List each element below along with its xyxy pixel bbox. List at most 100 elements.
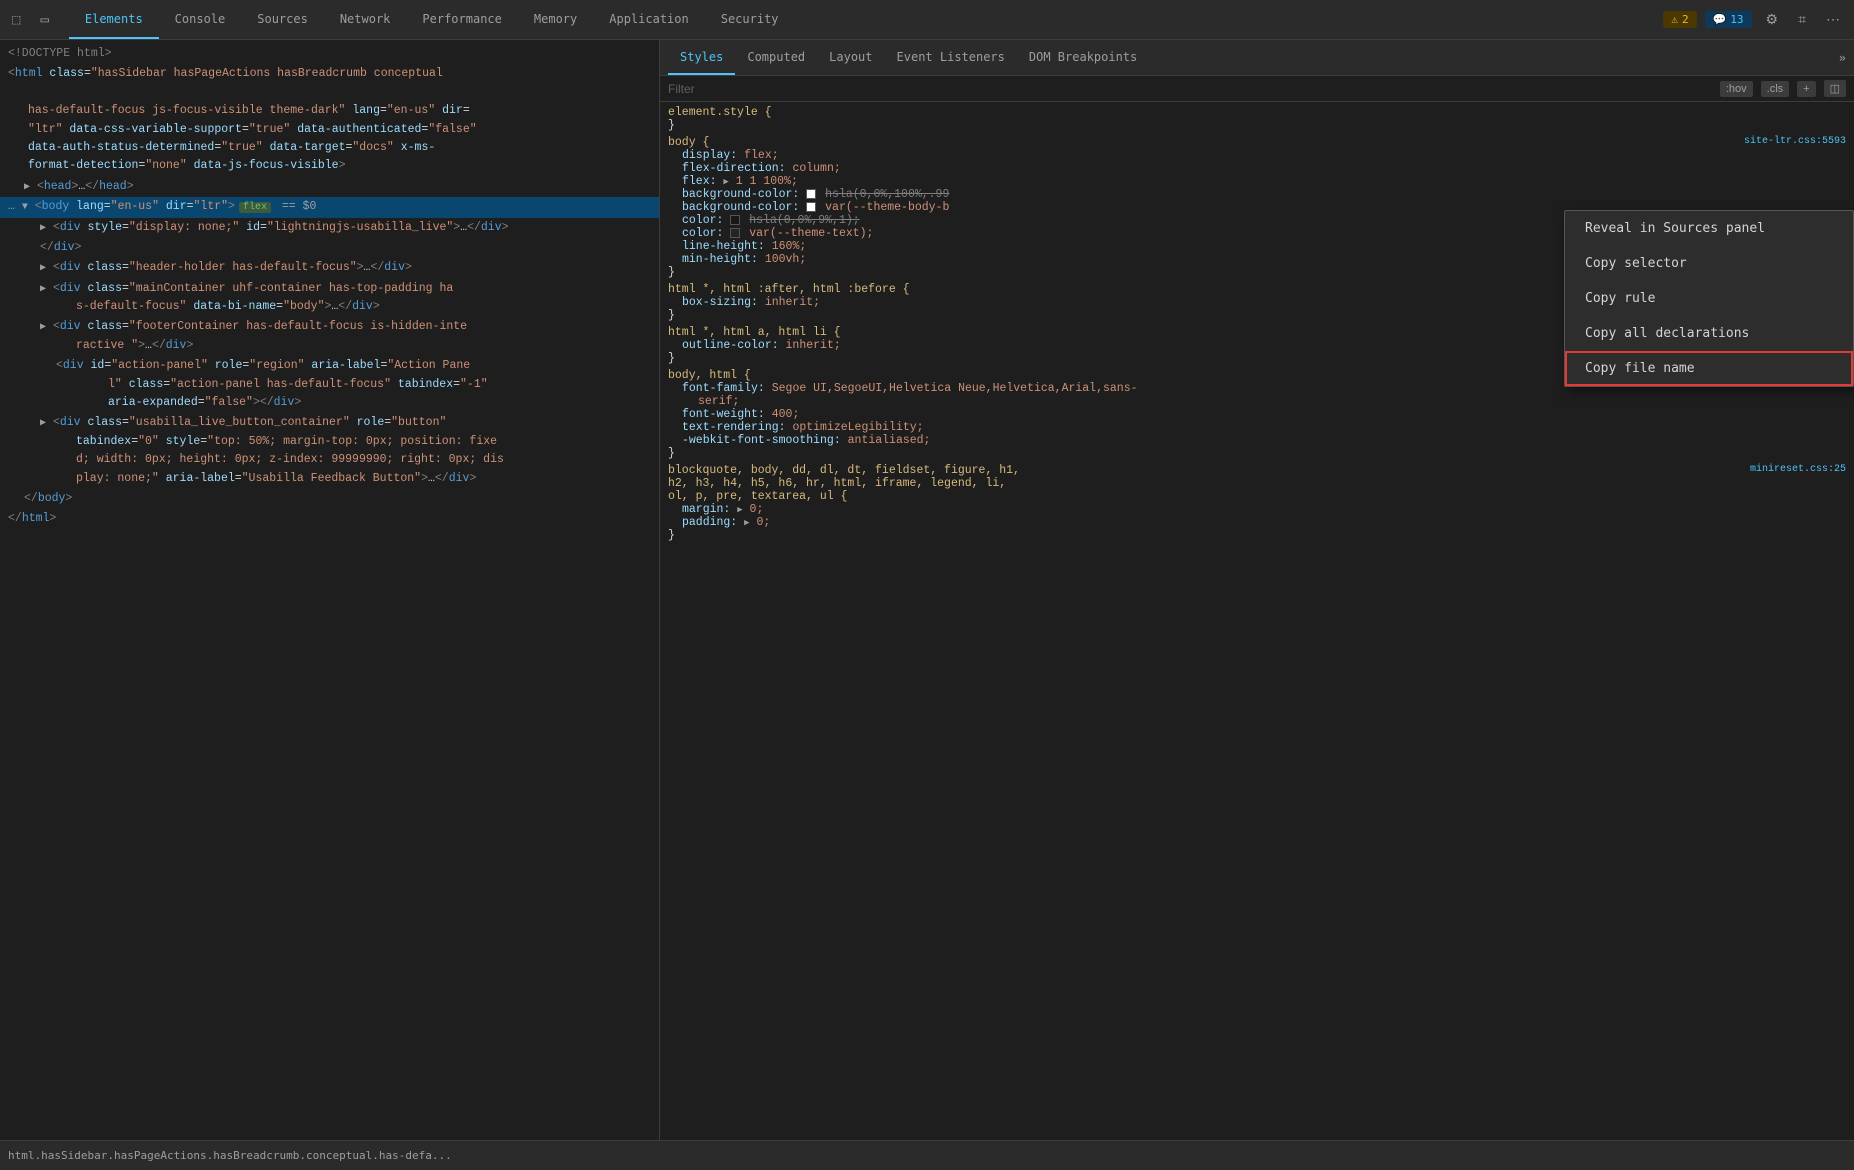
css-close-brace: }	[668, 119, 675, 132]
css-prop-name: flex:	[682, 175, 717, 188]
css-close-brace: }	[668, 266, 675, 279]
elements-line[interactable]: ▶ <div class="mainContainer uhf-containe…	[0, 279, 659, 318]
tab-elements[interactable]: Elements	[69, 0, 159, 39]
toolbar-right: ⚠ 2 💬 13 ⚙ ⌗ ⋯	[1663, 7, 1846, 32]
tab-application[interactable]: Application	[593, 0, 704, 39]
css-prop-value: column;	[792, 162, 840, 175]
css-prop-name: font-family:	[682, 382, 765, 395]
css-prop-line: font-weight: 400;	[668, 408, 1846, 421]
warning-badge[interactable]: ⚠ 2	[1663, 11, 1696, 28]
styles-tab-computed[interactable]: Computed	[735, 40, 817, 75]
info-count: 13	[1730, 13, 1743, 26]
css-prop-value: ▶ 0;	[744, 516, 770, 529]
tab-performance[interactable]: Performance	[406, 0, 517, 39]
css-prop-value: ▶ 0;	[737, 503, 763, 516]
styles-tab-layout[interactable]: Layout	[817, 40, 884, 75]
elements-line[interactable]: </div>	[0, 238, 659, 258]
styles-tab-event-listeners[interactable]: Event Listeners	[885, 40, 1017, 75]
elements-line[interactable]: </body>	[0, 489, 659, 509]
css-prop-name: outline-color:	[682, 339, 779, 352]
css-prop-name: background-color:	[682, 201, 799, 214]
info-icon: 💬	[1713, 13, 1727, 26]
css-prop-value: inherit;	[786, 339, 841, 352]
css-close-brace: }	[668, 529, 675, 542]
cls-button[interactable]: .cls	[1761, 81, 1790, 97]
elements-line[interactable]: ▶ <div class="usabilla_live_button_conta…	[0, 413, 659, 489]
tab-network[interactable]: Network	[324, 0, 407, 39]
elements-line[interactable]: <html class="hasSidebar hasPageActions h…	[0, 64, 659, 176]
elements-line[interactable]: <!DOCTYPE html>	[0, 44, 659, 64]
context-menu-item[interactable]: Copy all declarations	[1565, 316, 1853, 351]
css-link[interactable]: minireset.css:25	[1750, 464, 1846, 475]
css-prop-value: ▶ 1 1 100%;	[723, 175, 797, 188]
context-menu-item[interactable]: Copy rule	[1565, 281, 1853, 316]
context-menu-item[interactable]: Copy file name	[1565, 351, 1853, 386]
css-prop-line: flex-direction: column;	[668, 162, 1846, 175]
collapse-button[interactable]: ◫	[1824, 80, 1846, 97]
css-prop-value: inherit;	[765, 296, 820, 309]
styles-tab-styles[interactable]: Styles	[668, 40, 735, 75]
css-prop-value: var(--theme-text);	[730, 227, 873, 240]
css-selector: html *, html :after, html :before {	[668, 283, 910, 296]
styles-tabs: StylesComputedLayoutEvent ListenersDOM B…	[660, 40, 1854, 76]
tab-security[interactable]: Security	[705, 0, 795, 39]
styles-panel: StylesComputedLayoutEvent ListenersDOM B…	[660, 40, 1854, 1140]
hov-button[interactable]: :hov	[1720, 81, 1753, 97]
css-rule: minireset.css:25 blockquote, body, dd, dl…	[668, 464, 1846, 542]
css-prop-value: var(--theme-body-b	[806, 201, 949, 214]
settings-button[interactable]: ⚙	[1760, 7, 1785, 32]
css-prop-name: color:	[682, 214, 723, 227]
css-prop-line: background-color: hsla(0,0%,100%,.99	[668, 188, 1846, 201]
elements-line[interactable]: ▶ <head>…</head>	[0, 177, 659, 197]
css-prop-line: padding: ▶ 0;	[668, 516, 1846, 529]
context-menu: Reveal in Sources panelCopy selectorCopy…	[1564, 210, 1854, 387]
tab-memory[interactable]: Memory	[518, 0, 593, 39]
css-prop-name: display:	[682, 149, 737, 162]
filter-bar: :hov .cls + ◫	[660, 76, 1854, 102]
css-prop-name: text-rendering:	[682, 421, 786, 434]
tab-sources[interactable]: Sources	[241, 0, 324, 39]
toolbar-icons: ⬚ ▭	[8, 8, 53, 32]
css-selector: element.style {	[668, 106, 772, 119]
more-button[interactable]: ⋯	[1820, 7, 1846, 32]
elements-content[interactable]: <!DOCTYPE html><html class="hasSidebar h…	[0, 40, 659, 1140]
css-rule: element.style {}	[668, 106, 1846, 132]
elements-line[interactable]: ▶ <div class="footerContainer has-defaul…	[0, 317, 659, 356]
context-menu-item[interactable]: Copy selector	[1565, 246, 1853, 281]
css-prop-line: display: flex;	[668, 149, 1846, 162]
css-close-brace: }	[668, 309, 675, 322]
filter-input[interactable]	[668, 82, 1712, 96]
elements-line[interactable]: <div id="action-panel" role="region" ari…	[0, 356, 659, 413]
dock-button[interactable]: ⌗	[1792, 7, 1812, 32]
css-prop-name: margin:	[682, 503, 730, 516]
tab-console[interactable]: Console	[159, 0, 242, 39]
css-prop-value: optimizeLegibility;	[792, 421, 923, 434]
info-badge[interactable]: 💬 13	[1705, 11, 1752, 28]
elements-line[interactable]: … ▼ <body lang="en-us" dir="ltr">flex ==…	[0, 197, 659, 217]
css-selector: body, html {	[668, 369, 751, 382]
breadcrumb-text: html.hasSidebar.hasPageActions.hasBreadc…	[8, 1149, 452, 1162]
elements-line[interactable]: </html>	[0, 509, 659, 529]
css-prop-value: 100vh;	[765, 253, 806, 266]
css-selector: blockquote, body, dd, dl, dt, fieldset, …	[668, 464, 1020, 503]
css-prop-name: min-height:	[682, 253, 758, 266]
css-close-brace: }	[668, 447, 675, 460]
device-icon[interactable]: ▭	[36, 8, 52, 32]
css-prop-value: 160%;	[772, 240, 807, 253]
context-menu-item[interactable]: Reveal in Sources panel	[1565, 211, 1853, 246]
devtools-toolbar: ⬚ ▭ ElementsConsoleSourcesNetworkPerform…	[0, 0, 1854, 40]
css-prop-line: text-rendering: optimizeLegibility;	[668, 421, 1846, 434]
styles-tab-dom-breakpoints[interactable]: DOM Breakpoints	[1017, 40, 1149, 75]
elements-line[interactable]: ▶ <div style="display: none;" id="lightn…	[0, 218, 659, 238]
css-link[interactable]: site-ltr.css:5593	[1744, 136, 1846, 147]
styles-more-button[interactable]: »	[1839, 51, 1846, 65]
elements-line[interactable]: ▶ <div class="header-holder has-default-…	[0, 258, 659, 278]
css-selector: html *, html a, html li {	[668, 326, 841, 339]
tab-list: ElementsConsoleSourcesNetworkPerformance…	[69, 0, 795, 39]
add-style-button[interactable]: +	[1797, 81, 1815, 97]
inspect-icon[interactable]: ⬚	[8, 8, 24, 32]
css-prop-value: antialiased;	[848, 434, 931, 447]
warning-icon: ⚠	[1671, 13, 1678, 26]
css-prop-name: box-sizing:	[682, 296, 758, 309]
css-prop-name: background-color:	[682, 188, 799, 201]
